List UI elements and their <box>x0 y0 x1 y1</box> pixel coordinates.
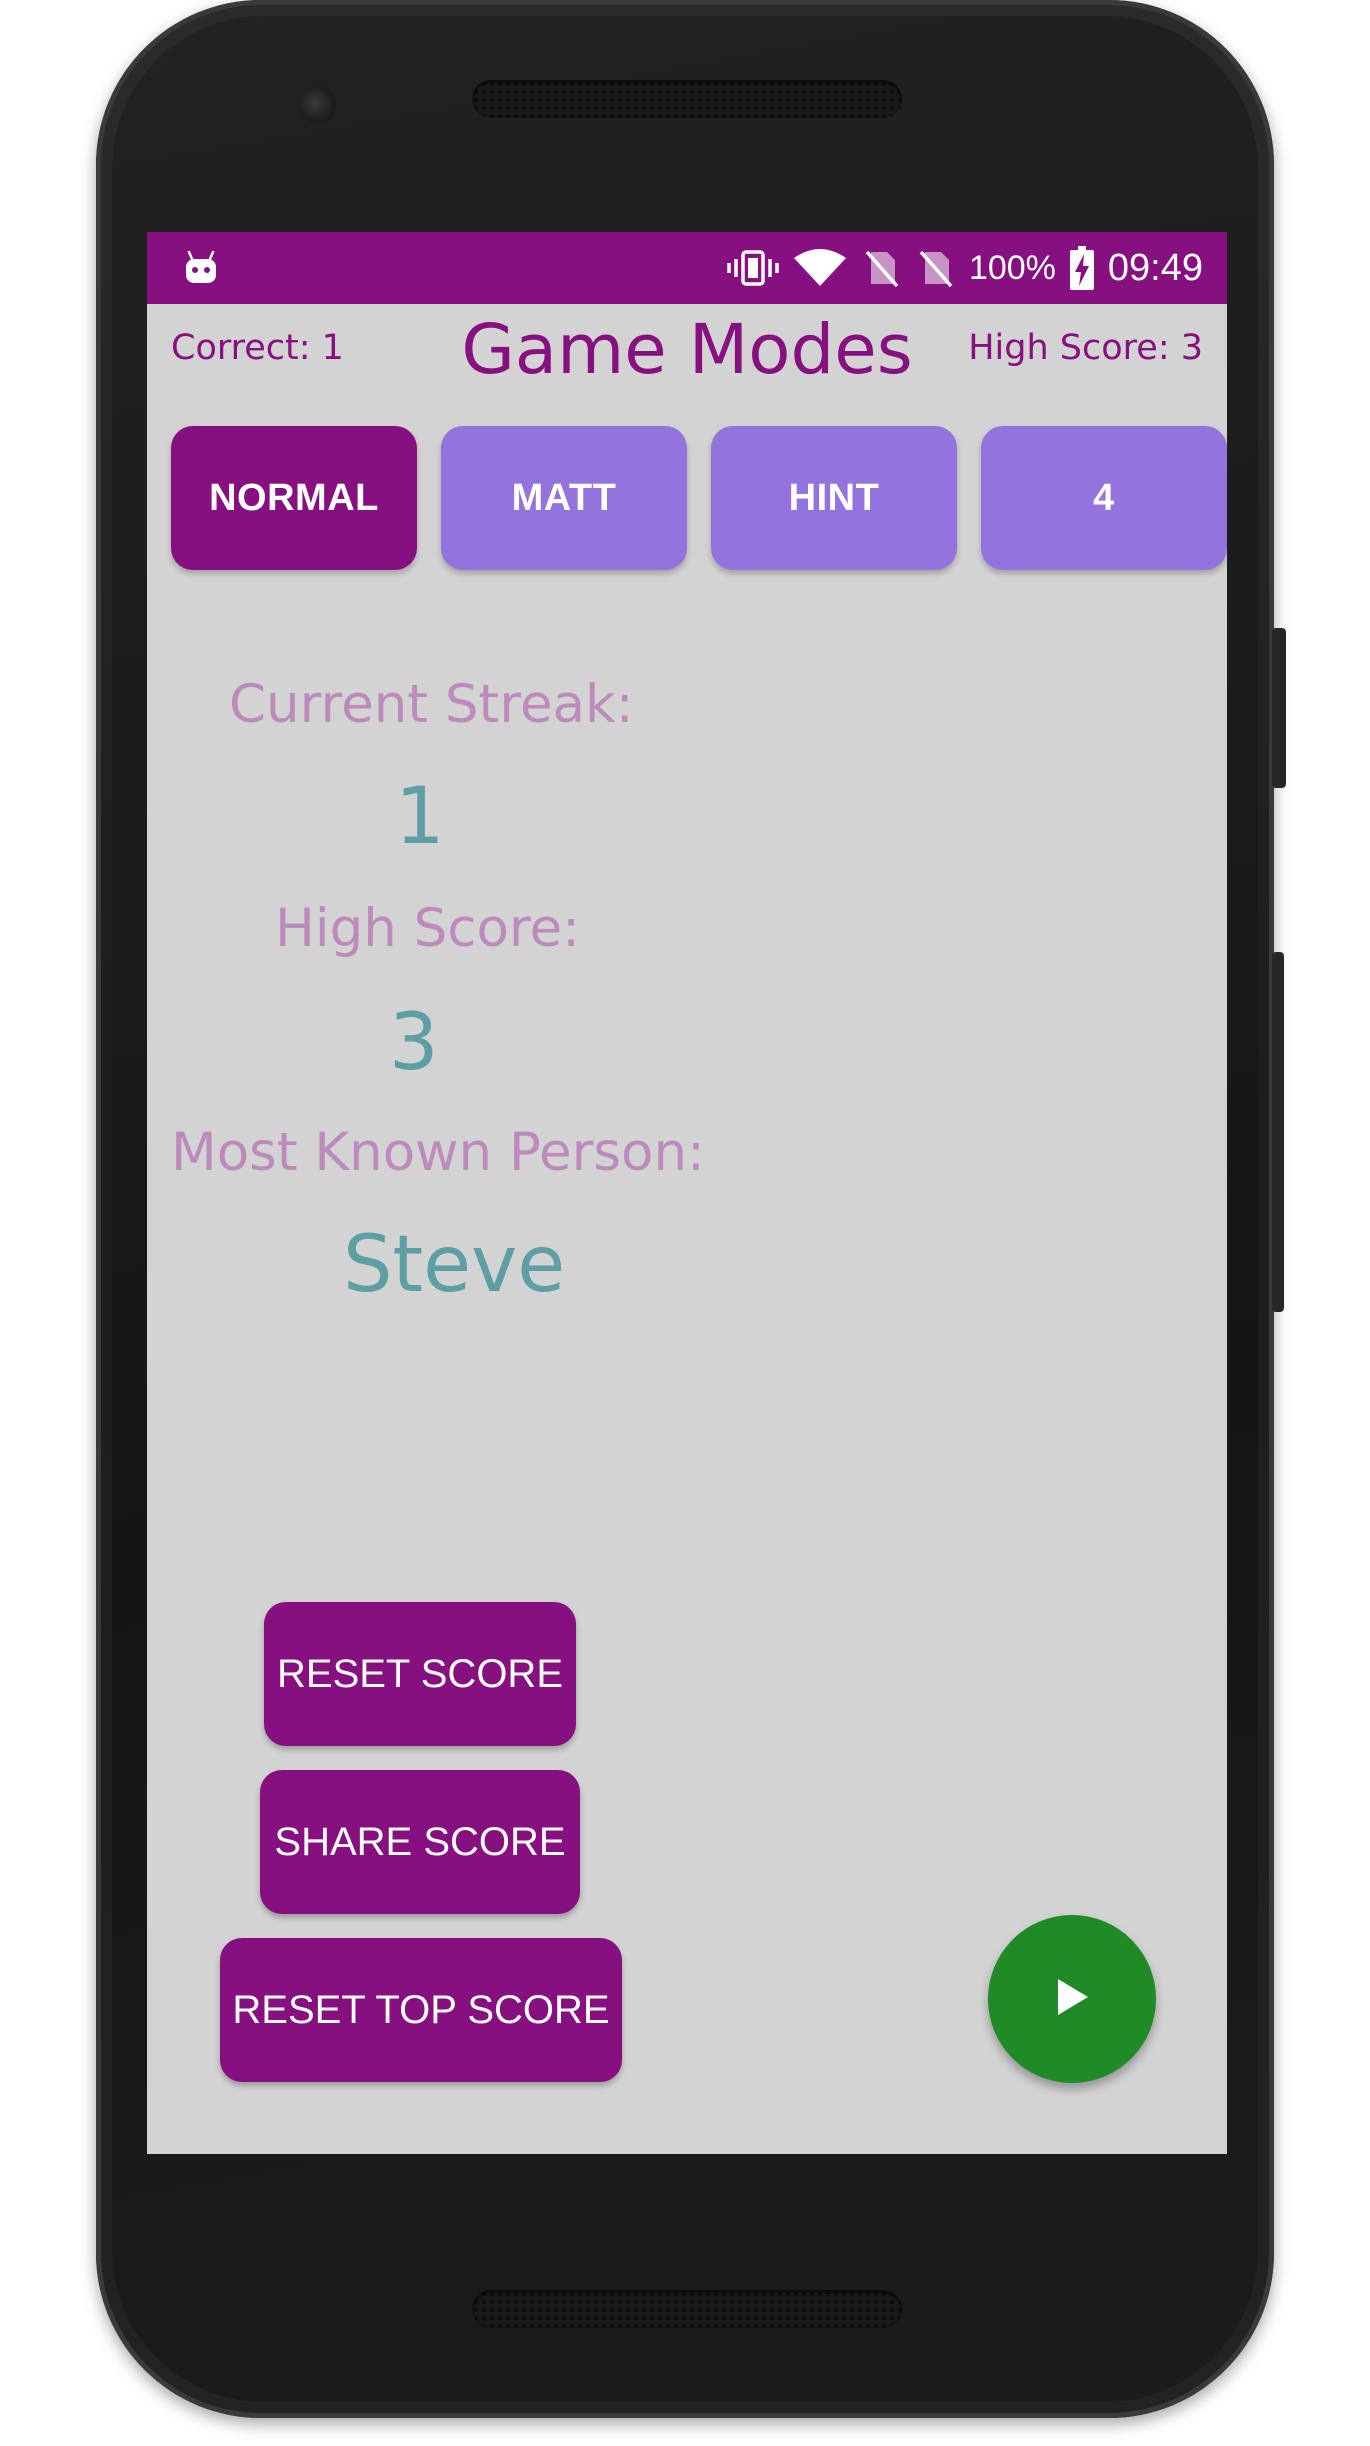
play-button[interactable] <box>988 1915 1156 2083</box>
play-icon <box>1052 1975 1092 2024</box>
current-streak-label: Current Streak: <box>229 674 634 735</box>
front-camera <box>298 86 336 124</box>
battery-percent: 100% <box>968 248 1056 287</box>
status-bar: 100% 09:49 <box>147 232 1227 304</box>
reset-top-score-button[interactable]: RESET TOP SCORE <box>220 1938 622 2082</box>
power-button <box>1272 628 1286 788</box>
most-known-person-value: Steve <box>343 1220 566 1310</box>
no-sim-icon <box>915 248 955 288</box>
clock: 09:49 <box>1107 246 1203 289</box>
app-screen: 100% 09:49 Correct: 1 Game Modes High Sc… <box>147 232 1227 2154</box>
mode-button-hint[interactable]: HINT <box>711 426 957 570</box>
no-sim-icon <box>861 248 901 288</box>
vibrate-icon <box>727 248 779 288</box>
high-score-value: 3 <box>389 998 439 1088</box>
share-score-button[interactable]: SHARE SCORE <box>260 1770 580 1914</box>
current-streak-value: 1 <box>395 772 445 862</box>
earpiece-speaker <box>472 80 902 118</box>
bottom-speaker <box>472 2290 902 2328</box>
mode-button-row: NORMAL MATT HINT 4 <box>171 426 1227 570</box>
reset-score-button[interactable]: RESET SCORE <box>264 1602 576 1746</box>
mode-button-matt[interactable]: MATT <box>441 426 687 570</box>
correct-count-label: Correct: 1 <box>171 328 344 368</box>
high-score-stat-label: High Score: <box>275 898 580 959</box>
most-known-person-label: Most Known Person: <box>171 1122 705 1183</box>
wifi-icon <box>793 248 847 288</box>
mode-button-normal[interactable]: NORMAL <box>171 426 417 570</box>
high-score-label: High Score: 3 <box>968 328 1203 368</box>
battery-charging-icon <box>1069 246 1094 290</box>
page: 100% 09:49 Correct: 1 Game Modes High Sc… <box>0 0 1370 2446</box>
android-debug-icon <box>183 250 219 286</box>
volume-rocker <box>1272 952 1284 1312</box>
mode-button-4[interactable]: 4 <box>981 426 1227 570</box>
